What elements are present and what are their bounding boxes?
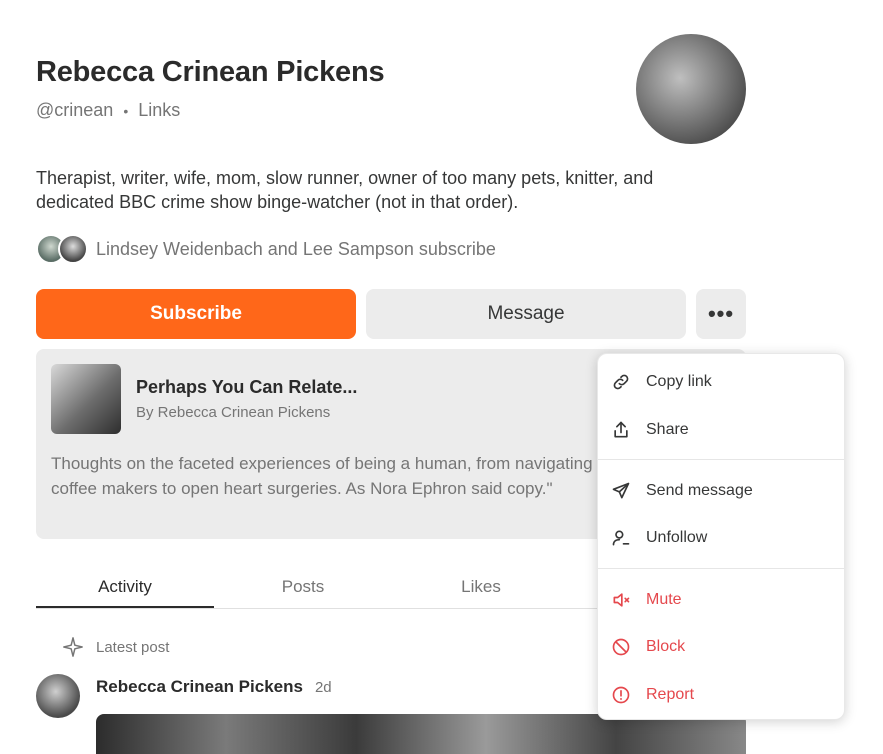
- profile-bio: Therapist, writer, wife, mom, slow runne…: [36, 168, 654, 212]
- post-age: 2d: [314, 679, 332, 696]
- menu-item-label: Send message: [646, 482, 753, 499]
- message-button[interactable]: Message: [366, 289, 686, 339]
- sparkle-icon: [63, 637, 83, 657]
- subscriber-avatar: [58, 234, 88, 264]
- meta-separator: •: [123, 102, 129, 119]
- menu-item-label: Share: [646, 421, 689, 438]
- tab-posts[interactable]: Posts: [214, 566, 392, 608]
- unfollow-icon: [610, 527, 632, 549]
- share-icon: [610, 419, 632, 441]
- publication-byline: By Rebecca Crinean Pickens: [136, 404, 331, 421]
- tab-activity[interactable]: Activity: [36, 566, 214, 608]
- post-image[interactable]: [96, 714, 746, 754]
- latest-post-label: Latest post: [96, 638, 170, 656]
- menu-divider: [598, 459, 844, 460]
- menu-item-block[interactable]: Block: [598, 624, 844, 670]
- menu-item-unfollow[interactable]: Unfollow: [598, 515, 844, 561]
- send-icon: [610, 480, 632, 502]
- menu-item-mute[interactable]: Mute: [598, 577, 844, 623]
- mutual-subscribers[interactable]: Lindsey Weidenbach and Lee Sampson subsc…: [36, 234, 496, 264]
- menu-item-label: Copy link: [646, 373, 712, 390]
- menu-item-copy-link[interactable]: Copy link: [598, 359, 844, 405]
- subscribers-text: Lindsey Weidenbach and Lee Sampson subsc…: [96, 238, 496, 259]
- profile-meta: @crinean • Links: [36, 100, 180, 121]
- menu-item-report[interactable]: Report: [598, 672, 844, 718]
- block-icon: [610, 636, 632, 658]
- post-author-name[interactable]: Rebecca Crinean Pickens: [96, 677, 303, 697]
- latest-post-header: Latest post: [62, 636, 169, 658]
- report-icon: [610, 684, 632, 706]
- post-author-avatar[interactable]: [36, 674, 80, 718]
- links-link[interactable]: Links: [138, 100, 180, 121]
- more-options-button[interactable]: •••: [696, 289, 746, 339]
- profile-name: Rebecca Crinean Pickens: [36, 56, 385, 88]
- menu-item-label: Block: [646, 638, 686, 655]
- publication-thumbnail: [51, 364, 121, 434]
- link-icon: [610, 371, 632, 393]
- menu-divider: [598, 568, 844, 569]
- mute-icon: [610, 589, 632, 611]
- subscribe-button[interactable]: Subscribe: [36, 289, 356, 339]
- profile-handle: @crinean: [36, 100, 114, 120]
- publication-title: Perhaps You Can Relate...: [136, 377, 358, 397]
- menu-item-send-message[interactable]: Send message: [598, 468, 844, 514]
- menu-item-label: Report: [646, 686, 695, 703]
- tab-likes[interactable]: Likes: [392, 566, 570, 608]
- menu-item-share[interactable]: Share: [598, 407, 844, 453]
- post-byline: Rebecca Crinean Pickens 2d: [96, 677, 332, 697]
- more-options-menu: Copy link Share Send message Unfollow Mu…: [597, 353, 845, 720]
- menu-item-label: Mute: [646, 591, 682, 608]
- profile-avatar: [636, 34, 746, 144]
- menu-item-label: Unfollow: [646, 529, 708, 546]
